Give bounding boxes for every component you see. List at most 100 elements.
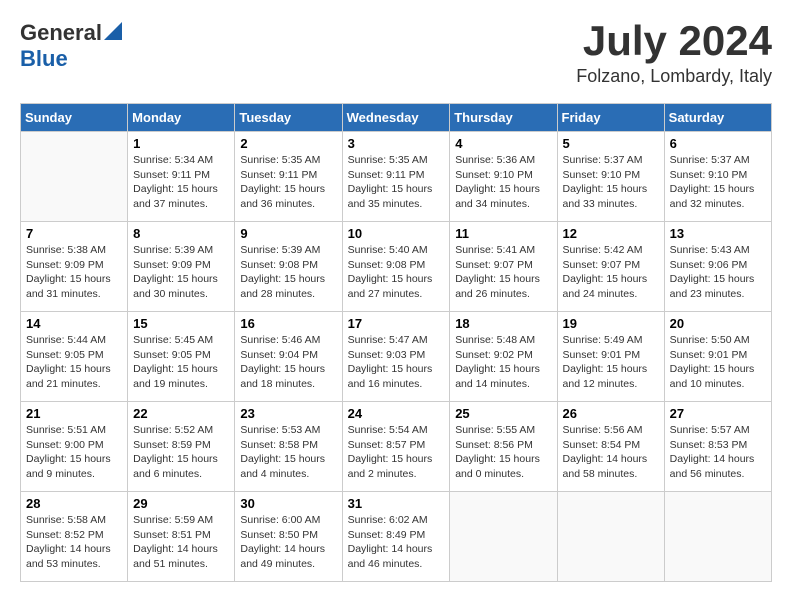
day-info: Sunrise: 5:48 AM Sunset: 9:02 PM Dayligh…	[455, 333, 551, 392]
calendar-cell: 27Sunrise: 5:57 AM Sunset: 8:53 PM Dayli…	[664, 402, 771, 492]
day-info: Sunrise: 5:42 AM Sunset: 9:07 PM Dayligh…	[563, 243, 659, 302]
day-info: Sunrise: 5:55 AM Sunset: 8:56 PM Dayligh…	[455, 423, 551, 482]
calendar-cell	[21, 132, 128, 222]
calendar-cell: 14 Sunrise: 5:44 AM Sunset: 9:05 PM Dayli…	[21, 312, 128, 402]
day-info: Sunrise: 5:49 AM Sunset: 9:01 PM Dayligh…	[563, 333, 659, 392]
day-number: 11	[455, 226, 551, 241]
calendar-cell: 20 Sunrise: 5:50 AM Sunset: 9:01 PM Dayli…	[664, 312, 771, 402]
day-number: 19	[563, 316, 659, 331]
calendar-cell: 24 Sunrise: 5:54 AM Sunset: 8:57 PM Dayli…	[342, 402, 450, 492]
day-number: 12	[563, 226, 659, 241]
calendar-cell	[450, 492, 557, 582]
title-section: July 2024 Folzano, Lombardy, Italy	[576, 20, 772, 87]
day-info: Sunrise: 5:52 AM Sunset: 8:59 PM Dayligh…	[133, 423, 229, 482]
calendar-week-row: 7Sunrise: 5:38 AM Sunset: 9:09 PM Daylig…	[21, 222, 772, 312]
day-info: Sunrise: 5:47 AM Sunset: 9:03 PM Dayligh…	[348, 333, 445, 392]
day-number: 18	[455, 316, 551, 331]
day-number: 6	[670, 136, 766, 151]
calendar-cell: 4Sunrise: 5:36 AM Sunset: 9:10 PM Daylig…	[450, 132, 557, 222]
day-number: 7	[26, 226, 122, 241]
day-info: Sunrise: 5:37 AM Sunset: 9:10 PM Dayligh…	[670, 153, 766, 212]
day-number: 29	[133, 496, 229, 511]
calendar-week-row: 1 Sunrise: 5:34 AM Sunset: 9:11 PM Daylig…	[21, 132, 772, 222]
calendar-cell: 8 Sunrise: 5:39 AM Sunset: 9:09 PM Daylig…	[128, 222, 235, 312]
day-info: Sunrise: 6:02 AM Sunset: 8:49 PM Dayligh…	[348, 513, 445, 572]
calendar-cell: 2 Sunrise: 5:35 AM Sunset: 9:11 PM Daylig…	[235, 132, 342, 222]
day-info: Sunrise: 5:54 AM Sunset: 8:57 PM Dayligh…	[348, 423, 445, 482]
page-header: General Blue July 2024 Folzano, Lombardy…	[20, 20, 772, 87]
day-number: 13	[670, 226, 766, 241]
calendar-cell	[664, 492, 771, 582]
column-header-friday: Friday	[557, 104, 664, 132]
calendar-cell: 19 Sunrise: 5:49 AM Sunset: 9:01 PM Dayli…	[557, 312, 664, 402]
calendar-cell: 7Sunrise: 5:38 AM Sunset: 9:09 PM Daylig…	[21, 222, 128, 312]
month-title: July 2024	[576, 20, 772, 62]
calendar-cell: 13 Sunrise: 5:43 AM Sunset: 9:06 PM Dayli…	[664, 222, 771, 312]
day-info: Sunrise: 5:51 AM Sunset: 9:00 PM Dayligh…	[26, 423, 122, 482]
calendar-cell: 17Sunrise: 5:47 AM Sunset: 9:03 PM Dayli…	[342, 312, 450, 402]
day-info: Sunrise: 5:39 AM Sunset: 9:09 PM Dayligh…	[133, 243, 229, 302]
day-number: 16	[240, 316, 336, 331]
day-number: 24	[348, 406, 445, 421]
calendar-week-row: 14 Sunrise: 5:44 AM Sunset: 9:05 PM Dayli…	[21, 312, 772, 402]
calendar-cell: 21Sunrise: 5:51 AM Sunset: 9:00 PM Dayli…	[21, 402, 128, 492]
calendar-cell: 23Sunrise: 5:53 AM Sunset: 8:58 PM Dayli…	[235, 402, 342, 492]
day-info: Sunrise: 5:37 AM Sunset: 9:10 PM Dayligh…	[563, 153, 659, 212]
day-info: Sunrise: 5:56 AM Sunset: 8:54 PM Dayligh…	[563, 423, 659, 482]
day-info: Sunrise: 5:39 AM Sunset: 9:08 PM Dayligh…	[240, 243, 336, 302]
calendar-cell: 11 Sunrise: 5:41 AM Sunset: 9:07 PM Dayli…	[450, 222, 557, 312]
day-info: Sunrise: 5:44 AM Sunset: 9:05 PM Dayligh…	[26, 333, 122, 392]
column-header-monday: Monday	[128, 104, 235, 132]
calendar-cell: 3Sunrise: 5:35 AM Sunset: 9:11 PM Daylig…	[342, 132, 450, 222]
day-number: 20	[670, 316, 766, 331]
day-number: 28	[26, 496, 122, 511]
calendar-week-row: 21Sunrise: 5:51 AM Sunset: 9:00 PM Dayli…	[21, 402, 772, 492]
calendar-cell: 30Sunrise: 6:00 AM Sunset: 8:50 PM Dayli…	[235, 492, 342, 582]
calendar-cell: 15 Sunrise: 5:45 AM Sunset: 9:05 PM Dayli…	[128, 312, 235, 402]
day-number: 14	[26, 316, 122, 331]
day-info: Sunrise: 5:53 AM Sunset: 8:58 PM Dayligh…	[240, 423, 336, 482]
calendar-week-row: 28 Sunrise: 5:58 AM Sunset: 8:52 PM Dayli…	[21, 492, 772, 582]
day-info: Sunrise: 5:41 AM Sunset: 9:07 PM Dayligh…	[455, 243, 551, 302]
day-number: 31	[348, 496, 445, 511]
calendar-cell: 5 Sunrise: 5:37 AM Sunset: 9:10 PM Daylig…	[557, 132, 664, 222]
day-number: 22	[133, 406, 229, 421]
day-info: Sunrise: 5:34 AM Sunset: 9:11 PM Dayligh…	[133, 153, 229, 212]
location-title: Folzano, Lombardy, Italy	[576, 66, 772, 87]
day-info: Sunrise: 5:35 AM Sunset: 9:11 PM Dayligh…	[240, 153, 336, 212]
column-header-sunday: Sunday	[21, 104, 128, 132]
day-info: Sunrise: 5:45 AM Sunset: 9:05 PM Dayligh…	[133, 333, 229, 392]
column-header-tuesday: Tuesday	[235, 104, 342, 132]
calendar-cell: 10Sunrise: 5:40 AM Sunset: 9:08 PM Dayli…	[342, 222, 450, 312]
day-info: Sunrise: 5:43 AM Sunset: 9:06 PM Dayligh…	[670, 243, 766, 302]
day-number: 10	[348, 226, 445, 241]
calendar-cell: 6 Sunrise: 5:37 AM Sunset: 9:10 PM Daylig…	[664, 132, 771, 222]
day-info: Sunrise: 5:46 AM Sunset: 9:04 PM Dayligh…	[240, 333, 336, 392]
day-number: 4	[455, 136, 551, 151]
day-info: Sunrise: 5:59 AM Sunset: 8:51 PM Dayligh…	[133, 513, 229, 572]
day-info: Sunrise: 5:57 AM Sunset: 8:53 PM Dayligh…	[670, 423, 766, 482]
day-number: 5	[563, 136, 659, 151]
day-info: Sunrise: 6:00 AM Sunset: 8:50 PM Dayligh…	[240, 513, 336, 572]
day-info: Sunrise: 5:50 AM Sunset: 9:01 PM Dayligh…	[670, 333, 766, 392]
column-header-wednesday: Wednesday	[342, 104, 450, 132]
calendar-table: SundayMondayTuesdayWednesdayThursdayFrid…	[20, 103, 772, 582]
day-number: 25	[455, 406, 551, 421]
calendar-cell: 1 Sunrise: 5:34 AM Sunset: 9:11 PM Daylig…	[128, 132, 235, 222]
day-number: 2	[240, 136, 336, 151]
day-number: 3	[348, 136, 445, 151]
day-info: Sunrise: 5:58 AM Sunset: 8:52 PM Dayligh…	[26, 513, 122, 572]
calendar-cell: 28 Sunrise: 5:58 AM Sunset: 8:52 PM Dayli…	[21, 492, 128, 582]
calendar-cell: 26 Sunrise: 5:56 AM Sunset: 8:54 PM Dayli…	[557, 402, 664, 492]
day-number: 15	[133, 316, 229, 331]
calendar-cell: 16 Sunrise: 5:46 AM Sunset: 9:04 PM Dayli…	[235, 312, 342, 402]
calendar-cell: 18 Sunrise: 5:48 AM Sunset: 9:02 PM Dayli…	[450, 312, 557, 402]
logo-blue-text: Blue	[20, 46, 68, 72]
day-number: 26	[563, 406, 659, 421]
calendar-header-row: SundayMondayTuesdayWednesdayThursdayFrid…	[21, 104, 772, 132]
calendar-cell	[557, 492, 664, 582]
day-number: 1	[133, 136, 229, 151]
day-number: 8	[133, 226, 229, 241]
calendar-cell: 22 Sunrise: 5:52 AM Sunset: 8:59 PM Dayli…	[128, 402, 235, 492]
calendar-cell: 29 Sunrise: 5:59 AM Sunset: 8:51 PM Dayli…	[128, 492, 235, 582]
